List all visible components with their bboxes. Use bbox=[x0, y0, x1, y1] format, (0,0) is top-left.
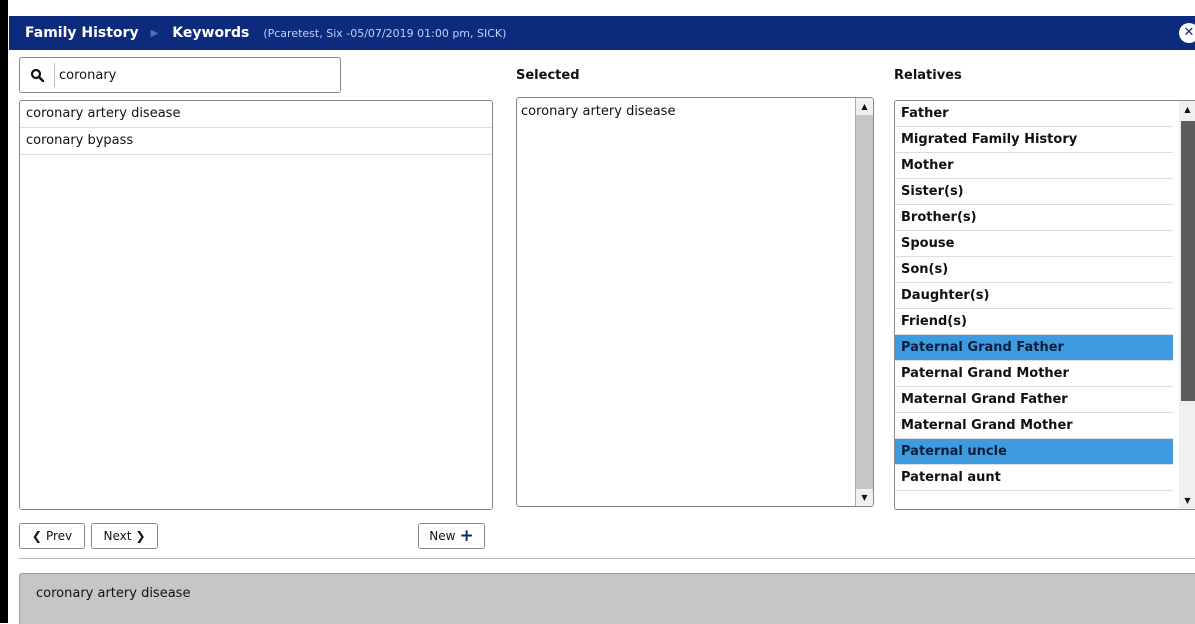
relative-item[interactable]: Sister(s) bbox=[895, 179, 1173, 205]
patient-context: (Pcaretest, Six -05/07/2019 01:00 pm, SI… bbox=[263, 26, 507, 40]
relative-item[interactable]: Paternal Grand Father bbox=[895, 335, 1173, 361]
relative-item[interactable]: Mother bbox=[895, 153, 1173, 179]
chevron-left-icon: ❮ bbox=[31, 529, 42, 543]
selected-item[interactable]: coronary artery disease bbox=[517, 98, 873, 119]
window-left-border bbox=[0, 0, 8, 623]
next-label: Next bbox=[103, 529, 132, 543]
result-item[interactable]: coronary bypass bbox=[20, 128, 492, 155]
prev-label: Prev bbox=[45, 529, 73, 543]
prev-button[interactable]: ❮ Prev bbox=[19, 523, 85, 549]
relative-item[interactable]: Migrated Family History bbox=[895, 127, 1173, 153]
breadcrumb-family-history[interactable]: Family History bbox=[25, 25, 139, 41]
search-input[interactable] bbox=[54, 63, 331, 87]
relative-item[interactable]: Paternal aunt bbox=[895, 465, 1173, 491]
result-item[interactable]: coronary artery disease bbox=[20, 101, 492, 128]
breadcrumb-keywords: Keywords bbox=[172, 25, 250, 41]
scroll-down-icon[interactable]: ▼ bbox=[856, 489, 873, 506]
scroll-up-icon[interactable]: ▲ bbox=[856, 98, 873, 115]
breadcrumb-separator-icon: ▶ bbox=[150, 27, 159, 39]
scroll-thumb[interactable] bbox=[1181, 121, 1195, 401]
results-list: coronary artery disease coronary bypass bbox=[19, 100, 493, 510]
relatives-scrollbar[interactable]: ▲ ▼ bbox=[1179, 101, 1195, 509]
new-button[interactable]: New + bbox=[418, 523, 485, 549]
close-icon[interactable]: ✕ bbox=[1179, 23, 1195, 43]
plus-icon: + bbox=[459, 526, 474, 546]
relatives-list: Father Migrated Family History Mother Siste… bbox=[894, 100, 1195, 510]
selected-scrollbar[interactable]: ▲ ▼ bbox=[855, 98, 873, 506]
relative-item[interactable]: Paternal uncle bbox=[895, 439, 1173, 465]
scroll-up-icon[interactable]: ▲ bbox=[1179, 101, 1195, 118]
scroll-down-icon[interactable]: ▼ bbox=[1179, 492, 1195, 509]
relative-item[interactable]: Friend(s) bbox=[895, 309, 1173, 335]
description-panel: coronary artery disease bbox=[19, 573, 1195, 624]
relative-item[interactable]: Paternal Grand Mother bbox=[895, 361, 1173, 387]
relative-item[interactable]: Brother(s) bbox=[895, 205, 1173, 231]
relatives-heading: Relatives bbox=[894, 68, 962, 83]
relative-item[interactable]: Daughter(s) bbox=[895, 283, 1173, 309]
relative-item[interactable]: Maternal Grand Mother bbox=[895, 413, 1173, 439]
relative-item[interactable]: Son(s) bbox=[895, 257, 1173, 283]
divider bbox=[19, 558, 1195, 559]
chevron-right-icon: ❯ bbox=[135, 529, 146, 543]
next-button[interactable]: Next ❯ bbox=[91, 523, 158, 549]
relative-item[interactable]: Maternal Grand Father bbox=[895, 387, 1173, 413]
search-icon[interactable] bbox=[20, 58, 54, 92]
window-top-border bbox=[0, 0, 1195, 8]
relative-item[interactable]: Father bbox=[895, 101, 1173, 127]
title-bar: Family History ▶ Keywords (Pcaretest, Si… bbox=[9, 16, 1195, 50]
description-text: coronary artery disease bbox=[36, 586, 191, 601]
selected-heading: Selected bbox=[516, 68, 580, 83]
relative-item[interactable]: Spouse bbox=[895, 231, 1173, 257]
new-label: New bbox=[429, 529, 456, 543]
selected-list: coronary artery disease ▲ ▼ bbox=[516, 97, 874, 507]
search-box bbox=[19, 57, 341, 93]
